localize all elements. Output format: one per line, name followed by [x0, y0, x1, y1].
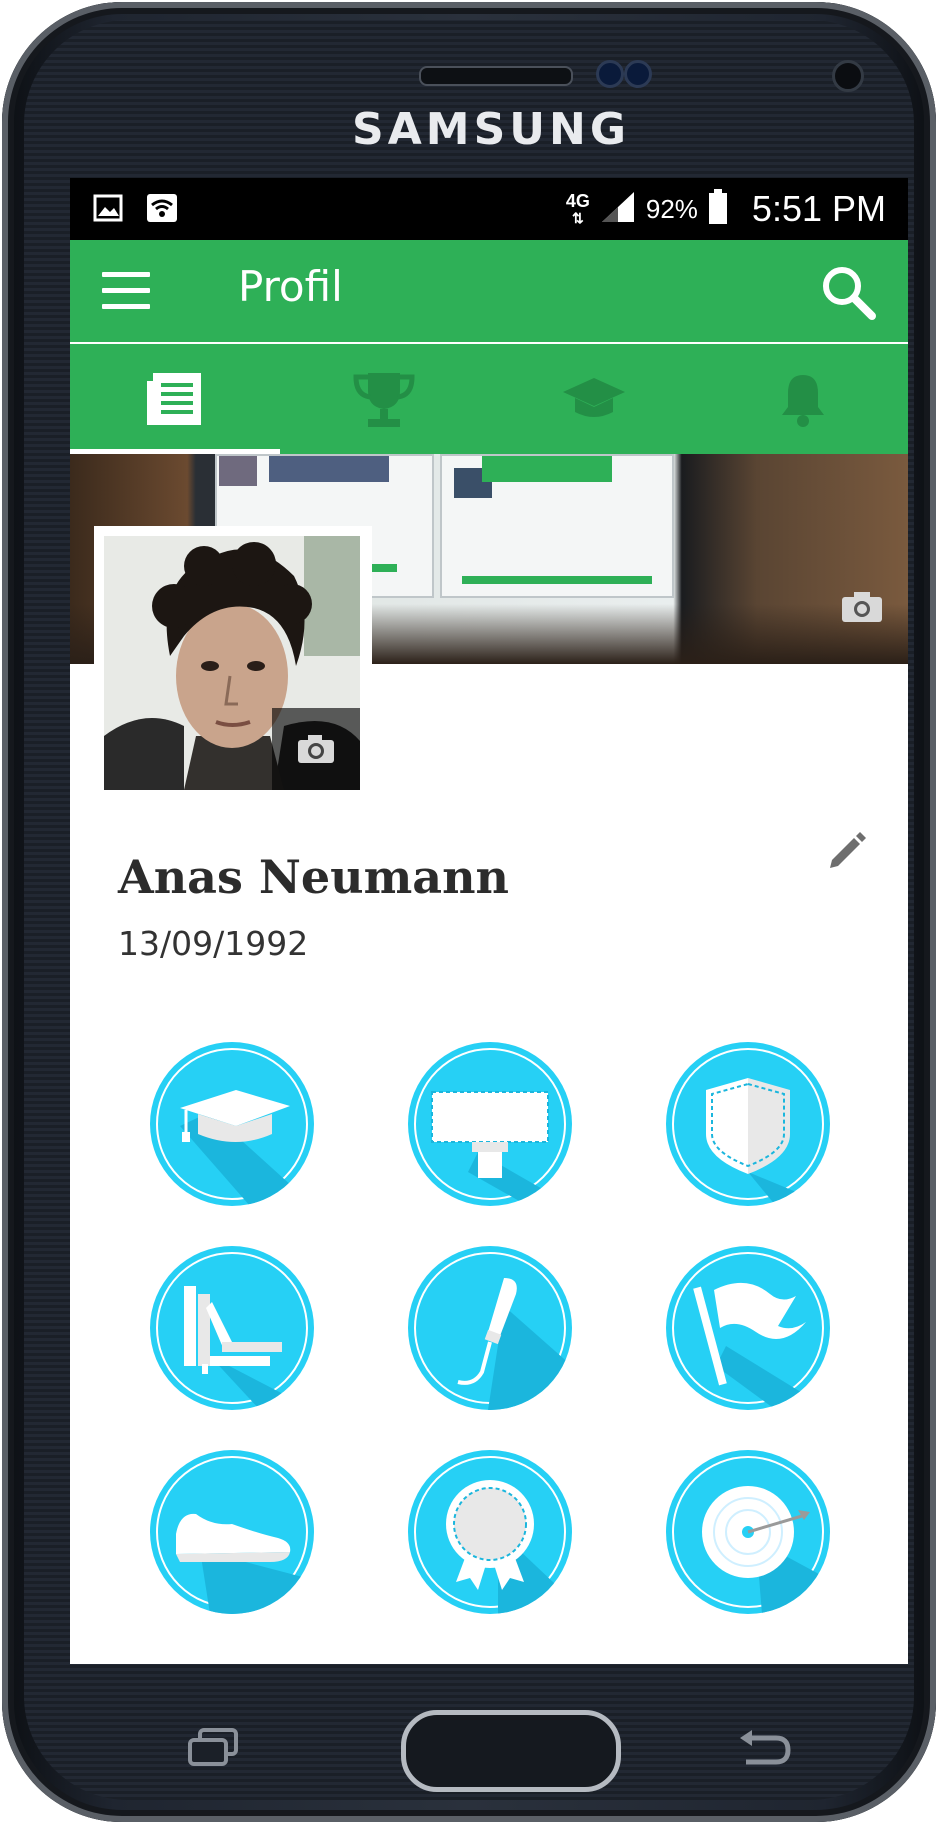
wifi-notification-icon	[146, 192, 178, 224]
earpiece-speaker	[419, 66, 573, 86]
cover-photo-window	[440, 454, 674, 598]
billboard-badge[interactable]	[408, 1042, 572, 1206]
back-icon[interactable]	[736, 1728, 792, 1773]
signal-icon	[600, 190, 636, 229]
battery-percent: 92%	[645, 193, 698, 224]
status-bar: 4G ⇅ 92% 5:51 PM	[70, 178, 908, 240]
app-bar: Profil	[70, 240, 908, 342]
front-camera-icon	[832, 60, 864, 92]
page-title: Profil	[238, 262, 343, 311]
books-badge[interactable]	[150, 1246, 314, 1410]
tab-education[interactable]	[489, 344, 699, 454]
phone-body: SAMSUNG 4G ⇅ 92% 5:51 PM Profil Anas Neu…	[24, 20, 914, 1800]
sensor-icon	[624, 60, 652, 88]
tab-bar	[70, 344, 908, 454]
bell-icon	[782, 375, 825, 427]
phone-frame: SAMSUNG 4G ⇅ 92% 5:51 PM Profil Anas Neu…	[2, 2, 936, 1822]
tab-news[interactable]	[70, 344, 280, 454]
profile-name: Anas Neumann	[118, 850, 509, 904]
microphone-badge[interactable]	[408, 1246, 572, 1410]
ribbon-badge[interactable]	[408, 1450, 572, 1614]
clock: 5:51 PM	[751, 188, 886, 229]
image-notification-icon	[92, 192, 124, 224]
change-avatar-camera-icon[interactable]	[272, 708, 360, 790]
screen: 4G ⇅ 92% 5:51 PM Profil Anas Neumann 13/…	[70, 178, 908, 1664]
profile-birthdate: 13/09/1992	[118, 924, 309, 963]
graduation-cap-badge[interactable]	[150, 1042, 314, 1206]
graduation-cap-icon	[562, 378, 625, 417]
hardware-nav	[46, 1670, 936, 1810]
sensor-icon	[596, 60, 624, 88]
battery-icon	[708, 188, 728, 230]
change-cover-camera-icon[interactable]	[840, 589, 884, 628]
target-badge[interactable]	[666, 1450, 830, 1614]
trophy-icon	[353, 373, 415, 427]
recent-apps-icon[interactable]	[186, 1728, 240, 1773]
flag-badge[interactable]	[666, 1246, 830, 1410]
brand-logo: SAMSUNG	[352, 104, 630, 155]
home-button[interactable]	[401, 1710, 621, 1792]
tab-notifications[interactable]	[699, 344, 909, 454]
network-type: 4G ⇅	[565, 190, 590, 226]
hamburger-menu-icon[interactable]	[102, 272, 150, 312]
tab-trophies[interactable]	[280, 344, 490, 454]
edit-pencil-icon[interactable]	[826, 828, 874, 876]
sneaker-badge[interactable]	[150, 1450, 314, 1614]
search-icon[interactable]	[818, 262, 878, 322]
shield-badge[interactable]	[666, 1042, 830, 1206]
news-icon	[146, 373, 201, 425]
